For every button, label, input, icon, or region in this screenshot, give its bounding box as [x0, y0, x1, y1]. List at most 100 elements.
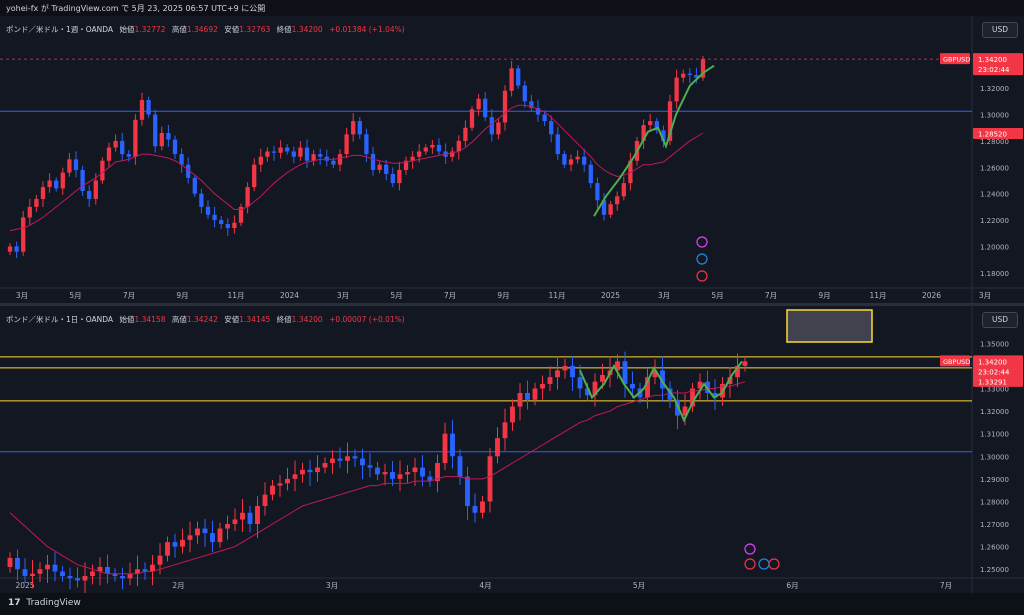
symbol-tag-label: GBPUSD [943, 358, 970, 366]
candle-body [217, 528, 223, 543]
candle-body [555, 370, 560, 378]
candle-body [456, 140, 461, 152]
candle-body [382, 472, 388, 475]
weekly-high-value: 1.34692 [186, 25, 218, 34]
candle-body [315, 467, 320, 473]
candle-body [469, 109, 475, 128]
time-tick-label: 5月 [69, 291, 81, 300]
price-tick-label: 1.30000 [980, 112, 1009, 120]
price-tick-label: 1.35000 [980, 340, 1009, 348]
price-tick-label: 1.28000 [980, 138, 1009, 146]
candle-body [7, 557, 13, 567]
candle-body [555, 134, 560, 155]
price-tick-label: 1.31000 [980, 431, 1009, 439]
candle-body [180, 539, 185, 547]
time-tick-label: 7月 [123, 291, 135, 300]
daily-chart-pane[interactable]: ポンド／米ドル・1日・OANDA 始値1.34158 高値1.34242 安値1… [0, 306, 1024, 593]
price-tick-label: 1.20000 [980, 243, 1009, 251]
time-tick-label: 5月 [711, 291, 723, 300]
candle-body [37, 569, 43, 574]
level-tag-value: 1.28520 [978, 131, 1007, 139]
candle-body [525, 393, 530, 400]
candle-body [390, 472, 395, 479]
candle-body [265, 151, 270, 157]
candle-body [172, 139, 178, 155]
tradingview-logo-icon[interactable]: 17 [8, 598, 21, 608]
candle-body [60, 172, 65, 189]
candle-body [120, 576, 125, 579]
price-tick-label: 1.32000 [980, 85, 1009, 93]
candle-body [540, 383, 545, 389]
candle-body [436, 144, 442, 152]
candle-body [384, 164, 389, 174]
candle-body [600, 374, 605, 382]
candle-body [465, 476, 470, 506]
candle-body [225, 524, 230, 529]
weekly-close-label: 終値 [276, 25, 292, 34]
candle-body [255, 505, 260, 525]
candle-body [22, 569, 28, 576]
weekly-chart-svg[interactable]: 1.32000 1.30000 1.28000 1.26000 1.24000 1.220… [0, 16, 1024, 303]
time-tick-label: 3月 [979, 291, 991, 300]
candle-body [159, 133, 164, 147]
candle-body [517, 393, 523, 407]
candle-body [483, 98, 488, 118]
candle-body [476, 98, 481, 110]
price-tick-label: 1.28000 [980, 498, 1009, 506]
candle-body [337, 458, 343, 461]
candle-body [133, 119, 138, 157]
candle-body [357, 121, 362, 135]
candle-body [423, 147, 428, 152]
footer-bar: 17 TradingView [0, 593, 1024, 615]
economic-event-icon [696, 236, 708, 248]
daily-low-label: 安値 [224, 315, 240, 324]
candle-body [212, 214, 217, 221]
weekly-open-label: 始値 [119, 25, 135, 34]
time-tick-label: 3月 [16, 291, 28, 300]
candle-body [457, 456, 463, 477]
daily-currency-button[interactable]: USD [982, 312, 1018, 328]
candle-body [417, 151, 422, 157]
candle-body [67, 159, 72, 173]
candle-body [73, 159, 79, 170]
candle-body [157, 555, 163, 565]
candle-body [522, 85, 527, 102]
candle-body [153, 114, 158, 147]
weekly-close-value: 1.34200 [291, 25, 323, 34]
candle-body [300, 469, 305, 475]
weekly-currency-button[interactable]: USD [982, 22, 1018, 38]
daily-open-value: 1.34158 [134, 315, 166, 324]
price-tick-label: 1.26000 [980, 544, 1009, 552]
candle-body [40, 187, 46, 199]
footer-brand[interactable]: TradingView [26, 598, 80, 608]
daily-chart-svg[interactable]: 1.350001.340001.330001.320001.310001.300… [0, 306, 1024, 593]
candle-body [377, 164, 382, 170]
candle-body [360, 458, 365, 466]
daily-low-value: 1.34145 [239, 315, 271, 324]
candle-body [15, 557, 20, 570]
candle-body [199, 193, 204, 207]
candle-body [172, 542, 178, 547]
candle-body [93, 180, 98, 199]
candle-body [298, 147, 303, 157]
candle-body [165, 542, 170, 556]
candle-body [472, 505, 478, 513]
candle-body [330, 458, 335, 464]
time-tick-label: 9月 [818, 291, 830, 300]
candle-body [674, 77, 679, 102]
candle-body [367, 465, 373, 468]
candle-body [258, 156, 263, 165]
candle-body [648, 121, 653, 126]
candle-body [52, 564, 58, 572]
candle-body [318, 154, 323, 157]
candle-body [205, 206, 211, 215]
us-flag-icon [696, 253, 708, 265]
candle-body [187, 535, 193, 540]
price-tag-value: 1.34200 [978, 56, 1007, 64]
candle-body [113, 140, 118, 148]
weekly-chart-pane[interactable]: ポンド／米ドル・1週・OANDA 始値1.32772 高値1.34692 安値1… [0, 16, 1024, 303]
candle-body [397, 474, 403, 479]
candle-body [139, 100, 145, 120]
candle-body [219, 220, 224, 225]
candle-body [352, 456, 358, 459]
